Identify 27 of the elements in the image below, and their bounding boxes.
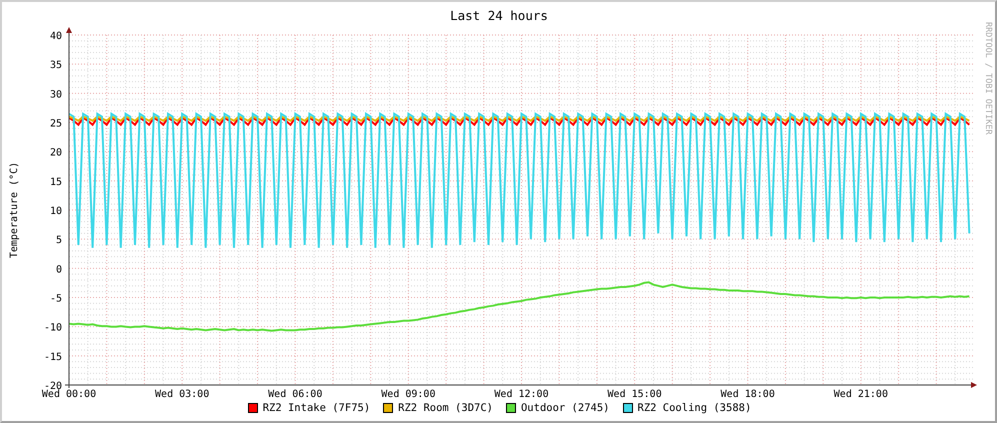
y-tick-label: -5 [50,294,62,304]
x-tick-label: Wed 09:00 [381,389,436,400]
chart-title: Last 24 hours [450,8,548,23]
y-axis-title: Temperature (°C) [9,162,20,258]
x-tick-label: Wed 06:00 [268,389,322,400]
y-tick-label: 25 [50,118,62,130]
x-tick-label: Wed 03:00 [155,389,210,400]
x-tick-label: Wed 00:00 [42,389,96,400]
x-tick-label: Wed 21:00 [834,389,888,400]
legend-label: RZ2 Room (3D7C) [398,402,493,414]
y-tick-label: -15 [44,352,62,363]
y-tick-label: -10 [44,322,62,334]
y-tick-label: 30 [50,89,62,100]
y-tick-label: 20 [50,148,62,159]
x-tick-label: Wed 15:00 [608,389,662,400]
legend-label: RZ2 Intake (7F75) [262,402,370,414]
x-tick-label: Wed 18:00 [720,389,775,400]
legend-label: Outdoor (2745) [520,402,610,414]
y-tick-label: 15 [50,176,62,188]
y-tick-label: 40 [50,31,62,42]
y-tick-label: 0 [56,264,62,276]
legend-label: RZ2 Cooling (3588) [638,402,752,414]
y-tick-label: 35 [50,60,62,72]
y-tick-label: 10 [50,206,62,217]
x-tick-label: Wed 12:00 [494,389,549,400]
y-tick-label: 5 [56,235,62,246]
credit-text: RRDTOOL / TOBI OETIKER [983,22,993,135]
